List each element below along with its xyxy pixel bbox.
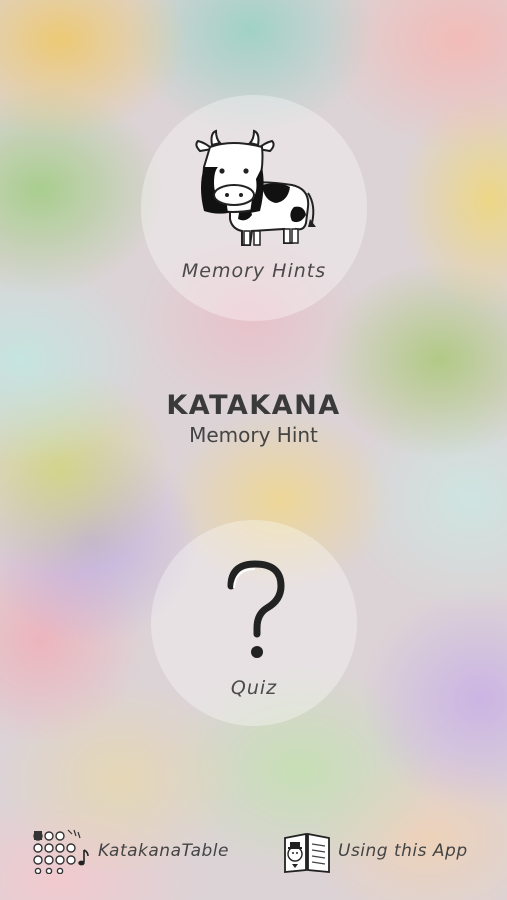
question-mark-icon [227, 560, 285, 658]
using-this-app-label: Using this App [338, 841, 468, 861]
quiz-label: Quiz [230, 677, 278, 699]
dot-grid-icon [33, 829, 89, 874]
using-this-app-link[interactable]: Using this App [282, 826, 468, 876]
app-title-block: KATAKANA Memory Hint [0, 390, 507, 447]
quiz-button[interactable]: Quiz [151, 520, 357, 726]
book-icon [284, 832, 330, 873]
cow-icon [195, 129, 316, 246]
memory-hints-label: Memory Hints [181, 260, 327, 282]
app-subtitle: Memory Hint [189, 423, 318, 447]
app-title: KATAKANA [166, 390, 341, 421]
memory-hints-button[interactable]: Memory Hints [141, 95, 367, 321]
katakana-table-link[interactable]: KatakanaTable [32, 826, 229, 876]
katakana-table-label: KatakanaTable [98, 841, 229, 861]
